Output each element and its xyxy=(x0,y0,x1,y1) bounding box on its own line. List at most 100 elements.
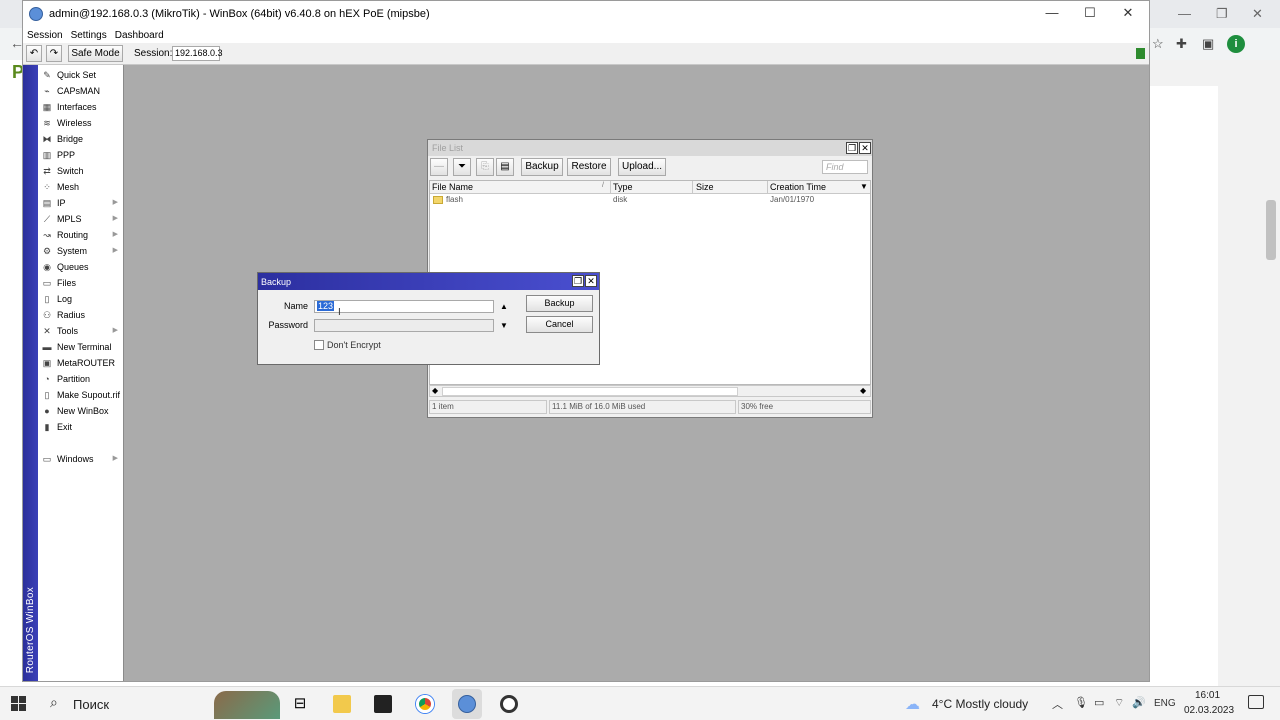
sidebar-item-quick-set[interactable]: ✎ Quick Set xyxy=(38,67,124,83)
table-row[interactable]: flash disk Jan/01/1970 xyxy=(430,194,870,206)
sidebar-item-capsman[interactable]: ⌁ CAPsMAN xyxy=(38,83,124,99)
collapse-arrow-icon[interactable]: ▲ xyxy=(500,302,508,311)
column-file-name[interactable]: File Name xyxy=(432,182,473,192)
weather-widget[interactable]: 4°C Mostly cloudy xyxy=(932,697,1028,711)
sidebar-item-wireless[interactable]: ≋ Wireless xyxy=(38,115,124,131)
copy-icon[interactable]: ⎘ xyxy=(476,158,494,176)
find-input[interactable]: Find xyxy=(822,160,868,174)
restore-icon[interactable]: ❐ xyxy=(846,142,858,154)
battery-icon[interactable]: ▭ xyxy=(1094,696,1104,709)
backup-confirm-button[interactable]: Backup xyxy=(526,295,593,312)
session-field[interactable]: 192.168.0.3 xyxy=(172,46,223,61)
backup-button[interactable]: Backup xyxy=(521,158,563,176)
star-icon[interactable]: ☆ xyxy=(1152,36,1164,52)
expand-arrow-icon[interactable]: ▼ xyxy=(500,321,508,330)
search-icon[interactable]: ⌕ xyxy=(50,694,58,711)
sidebar-item-metarouter[interactable]: ▣ MetaROUTER xyxy=(38,355,124,371)
close-icon[interactable]: ✕ xyxy=(585,275,597,287)
file-list-titlebar[interactable]: File List ❐ ✕ xyxy=(428,140,872,156)
sidebar-item-queues[interactable]: ◉ Queues xyxy=(38,259,124,275)
sidebar-item-interfaces[interactable]: ▦ Interfaces xyxy=(38,99,124,115)
minimize-icon[interactable]: — xyxy=(1178,6,1191,21)
column-creation-time[interactable]: Creation Time xyxy=(770,182,826,192)
start-button[interactable] xyxy=(11,696,27,712)
maximize-icon[interactable]: ❐ xyxy=(1216,6,1228,22)
sidebar-item-partition[interactable]: ◔ Partition xyxy=(38,371,124,387)
taskbar-search[interactable]: Поиск xyxy=(73,697,109,712)
sidebar-item-make-supout-rif[interactable]: ▯ Make Supout.rif xyxy=(38,387,124,403)
close-icon[interactable]: ✕ xyxy=(859,142,871,154)
language-indicator[interactable]: ENG xyxy=(1154,698,1176,709)
maximize-icon[interactable]: ☐ xyxy=(1075,5,1105,21)
redo-icon[interactable]: ↷ xyxy=(46,45,62,62)
backup-dialog: Backup ❐ ✕ Name 123 I ▲ Password ▼ Backu… xyxy=(257,272,600,365)
file-explorer-icon[interactable] xyxy=(327,689,357,719)
column-menu-icon[interactable]: ▼ xyxy=(860,182,868,191)
sidebar-item-windows[interactable]: ▭ Windows ▶ xyxy=(38,451,124,467)
sidebar-item-routing[interactable]: ↝ Routing ▶ xyxy=(38,227,124,243)
windows-logo-pane xyxy=(11,696,18,703)
sidebar-item-system[interactable]: ⚙ System ▶ xyxy=(38,243,124,259)
safe-mode-button[interactable]: Safe Mode xyxy=(68,45,123,62)
task-view-icon[interactable]: ⊟ xyxy=(285,689,315,719)
scroll-right-icon[interactable]: ◆ xyxy=(860,386,866,395)
clock-time[interactable]: 16:01 xyxy=(1195,690,1220,701)
menu-dashboard[interactable]: Dashboard xyxy=(115,30,164,41)
sidebar-item-radius[interactable]: ⚇ Radius xyxy=(38,307,124,323)
wifi-icon[interactable]: ⌔ xyxy=(1114,696,1124,710)
puzzle-icon[interactable]: ✚ xyxy=(1176,36,1187,52)
recorder-icon[interactable] xyxy=(494,689,524,719)
scroll-left-icon[interactable]: ◆ xyxy=(432,386,438,395)
paste-icon[interactable]: ▤ xyxy=(496,158,514,176)
sidebar-item-switch[interactable]: ⇄ Switch xyxy=(38,163,124,179)
filter-icon[interactable]: ⏷ xyxy=(453,158,471,176)
sidebar-item-log[interactable]: ▯ Log xyxy=(38,291,124,307)
sidepanel-icon[interactable]: ▣ xyxy=(1202,36,1214,52)
interfaces-icon: ▦ xyxy=(42,101,52,112)
notifications-icon[interactable] xyxy=(1248,695,1264,709)
close-icon[interactable]: ✕ xyxy=(1113,5,1143,21)
backup-dialog-titlebar[interactable]: Backup ❐ ✕ xyxy=(258,273,599,290)
sidebar-item-bridge[interactable]: ⧓ Bridge xyxy=(38,131,124,147)
sidebar-item-exit[interactable]: ▮ Exit xyxy=(38,419,124,435)
scrollbar-thumb[interactable] xyxy=(442,387,738,396)
terminal-icon[interactable] xyxy=(368,689,398,719)
upload-button[interactable]: Upload... xyxy=(618,158,666,176)
sidebar-item-new-winbox[interactable]: ● New WinBox xyxy=(38,403,124,419)
volume-icon[interactable]: 🔊 xyxy=(1132,696,1146,709)
password-field[interactable] xyxy=(314,319,494,332)
winbox-titlebar[interactable]: admin@192.168.0.3 (MikroTik) - WinBox (6… xyxy=(23,1,1149,27)
minimize-icon[interactable]: — xyxy=(1037,5,1067,20)
sidebar-item-tools[interactable]: ✕ Tools ▶ xyxy=(38,323,124,339)
sidebar-item-new-terminal[interactable]: ▬ New Terminal xyxy=(38,339,124,355)
sidebar-item-mpls[interactable]: ⟋ MPLS ▶ xyxy=(38,211,124,227)
restore-button[interactable]: Restore xyxy=(567,158,611,176)
microphone-icon[interactable]: 🎙 xyxy=(1074,696,1088,709)
remove-icon[interactable]: — xyxy=(430,158,448,176)
sidebar-item-files[interactable]: ▭ Files xyxy=(38,275,124,291)
sidebar-item-mesh[interactable]: ⁘ Mesh xyxy=(38,179,124,195)
menu-settings[interactable]: Settings xyxy=(71,30,107,41)
browser-scrollbar[interactable] xyxy=(1266,200,1276,260)
sidebar-item-label: Bridge xyxy=(57,134,84,144)
tray-chevron-icon[interactable]: ︿ xyxy=(1052,696,1063,712)
column-type[interactable]: Type xyxy=(613,182,633,192)
column-size[interactable]: Size xyxy=(696,182,714,192)
sidebar-item-ppp[interactable]: ▥ PPP xyxy=(38,147,124,163)
dont-encrypt-checkbox[interactable] xyxy=(314,340,324,350)
undo-icon[interactable]: ↶ xyxy=(26,45,42,62)
sidebar-item-ip[interactable]: ▤ IP ▶ xyxy=(38,195,124,211)
close-icon[interactable]: ✕ xyxy=(1252,6,1263,22)
windows-icon: ▭ xyxy=(42,453,52,464)
submenu-arrow-icon: ▶ xyxy=(112,215,118,222)
name-field[interactable]: 123 xyxy=(314,300,494,313)
clock-date[interactable]: 02.03.2023 xyxy=(1184,705,1234,716)
winbox-taskbar-icon[interactable] xyxy=(452,689,482,719)
menu-session[interactable]: Session xyxy=(27,30,63,41)
text-cursor-icon: I xyxy=(338,307,341,318)
horizontal-scrollbar[interactable]: ◆ ◆ xyxy=(429,385,871,397)
cancel-button[interactable]: Cancel xyxy=(526,316,593,333)
chrome-icon[interactable] xyxy=(410,689,440,719)
profile-avatar[interactable]: i xyxy=(1227,35,1245,53)
restore-icon[interactable]: ❐ xyxy=(572,275,584,287)
